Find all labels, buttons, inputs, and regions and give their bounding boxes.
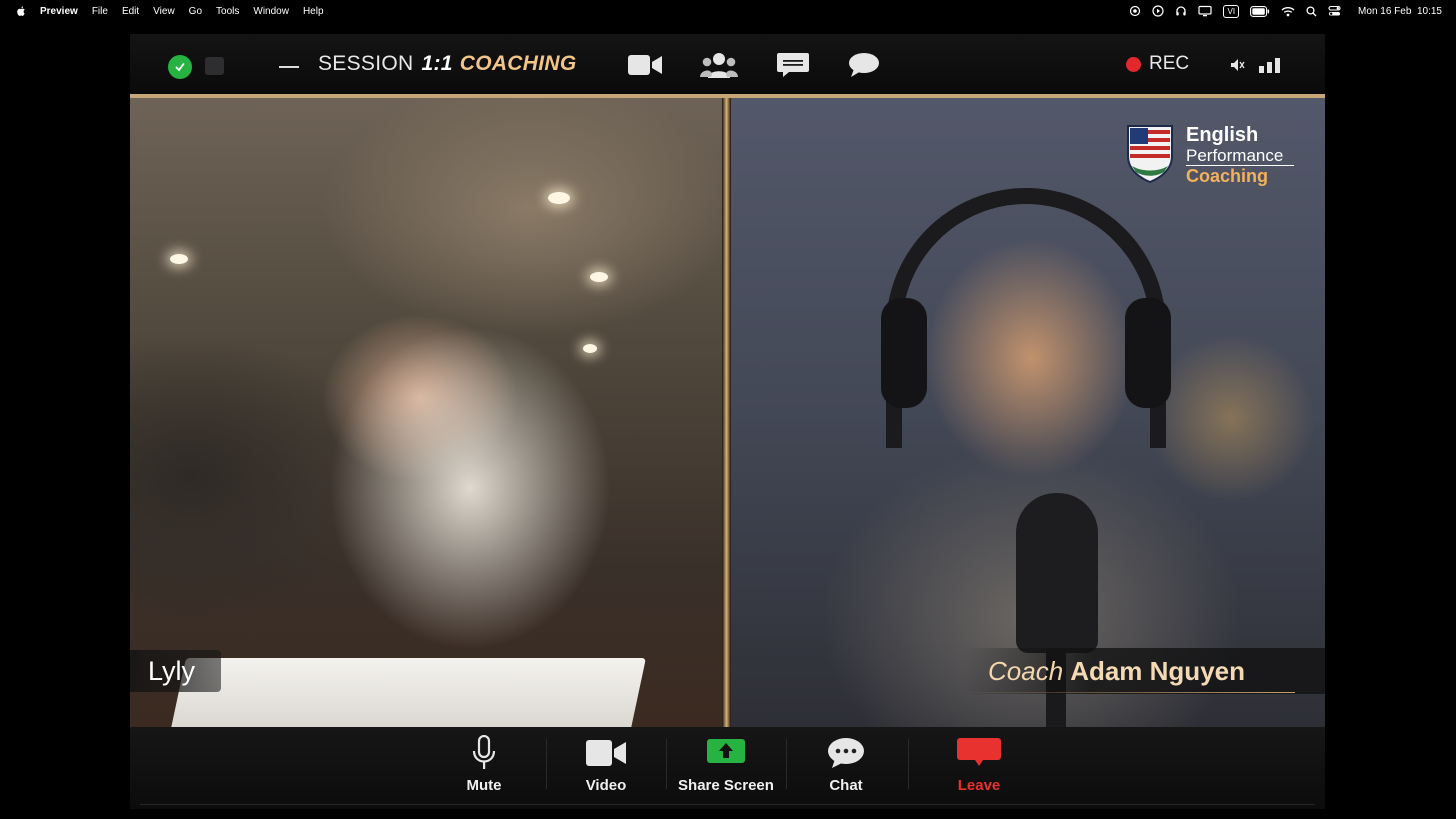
meeting-controls-bar: Mute Video Share Screen Chat Leave: [130, 727, 1325, 809]
tile-divider: [722, 98, 731, 727]
menu-window[interactable]: Window: [253, 6, 289, 17]
chat-icon: [827, 735, 865, 771]
ceiling-light: [548, 192, 570, 204]
us-flag-shield-icon: [1127, 125, 1173, 184]
display-icon[interactable]: [1198, 4, 1213, 18]
logo-line-3: Coaching: [1186, 166, 1269, 186]
signal-bars-icon[interactable]: [1257, 50, 1281, 80]
menu-view[interactable]: View: [153, 6, 175, 17]
headphone-ear-cup: [881, 298, 927, 408]
title-dash-divider: [279, 66, 299, 68]
meeting-window: SESSION 1:1 COACHING REC Lyly English Pe…: [130, 34, 1325, 809]
menu-go[interactable]: Go: [189, 6, 202, 17]
headphones-icon[interactable]: [1175, 4, 1187, 18]
menu-edit[interactable]: Edit: [122, 6, 139, 17]
vi-badge-icon[interactable]: VI: [1223, 4, 1240, 18]
leave-button[interactable]: Leave: [919, 735, 1039, 797]
participant-name: Lyly: [148, 655, 196, 686]
brand-logo: English Performance Coaching: [1124, 122, 1304, 186]
recording-indicator[interactable]: REC: [1126, 53, 1189, 75]
meeting-title-bar: SESSION 1:1 COACHING REC: [130, 34, 1325, 94]
battery-icon[interactable]: [1250, 4, 1270, 18]
chat-button[interactable]: Chat: [786, 735, 906, 797]
headphones: [886, 188, 1166, 448]
chat-bubbles-icon[interactable]: [846, 50, 882, 80]
menubar-clock[interactable]: Mon 16 Feb 10:15: [1358, 6, 1442, 17]
toolbar-separator: [908, 739, 909, 789]
coach-name: Adam Nguyen: [1070, 655, 1245, 686]
menu-file[interactable]: File: [92, 6, 108, 17]
ceiling-light: [583, 344, 597, 353]
session-type: COACHING: [459, 52, 577, 75]
video-button[interactable]: Video: [546, 735, 666, 797]
menu-help[interactable]: Help: [303, 6, 324, 17]
logo-line-1: English: [1186, 124, 1259, 146]
rec-label: REC: [1149, 53, 1190, 74]
session-title: SESSION 1:1 COACHING: [318, 52, 576, 82]
mute-button[interactable]: Mute: [424, 735, 544, 797]
coach-name-tag: Coach Adam Nguyen: [965, 648, 1325, 694]
menu-tools[interactable]: Tools: [216, 6, 239, 17]
window-square-button[interactable]: [205, 57, 224, 75]
mute-label: Mute: [466, 777, 502, 794]
menu-bar: Preview File Edit View Go Tools Window H…: [0, 0, 1456, 22]
participant-name-tag: Lyly: [130, 650, 222, 692]
share-screen-button[interactable]: Share Screen: [666, 735, 786, 797]
captions-icon[interactable]: [775, 50, 811, 80]
video-gallery: Lyly English Performance Coaching Coach …: [130, 94, 1325, 727]
security-status-button[interactable]: [168, 55, 192, 79]
video-icon: [586, 735, 626, 771]
coach-tag-rule: [955, 692, 1295, 693]
chat-label: Chat: [829, 777, 863, 794]
open-notebook: [170, 658, 646, 727]
toolbar-bottom-border: [140, 804, 1315, 805]
logo-line-2: Performance: [1186, 146, 1284, 165]
camera-icon[interactable]: [1129, 4, 1141, 18]
participant-video-coach[interactable]: English Performance Coaching Coach Adam …: [731, 98, 1325, 727]
ceiling-light: [590, 272, 608, 282]
search-icon[interactable]: [1306, 4, 1317, 18]
share-screen-icon: [707, 735, 745, 771]
coach-role: Coach: [988, 655, 1064, 686]
video-label: Video: [585, 777, 627, 794]
participants-icon[interactable]: [696, 50, 742, 80]
session-number: 1:1: [421, 52, 453, 75]
vi-badge-label: VI: [1223, 4, 1240, 18]
ceiling-light: [170, 254, 188, 264]
podcast-microphone: [1016, 493, 1098, 653]
checkmark-icon: [175, 63, 185, 72]
share-screen-label: Share Screen: [678, 777, 774, 794]
headphone-ear-cup: [1125, 298, 1171, 408]
menu-app-name[interactable]: Preview: [40, 6, 78, 17]
wifi-icon[interactable]: [1281, 4, 1295, 18]
play-circle-icon[interactable]: [1152, 4, 1165, 18]
video-camera-icon[interactable]: [627, 50, 663, 80]
leave-label: Leave: [957, 777, 1001, 794]
apple-icon[interactable]: [16, 5, 26, 17]
participant-video-lyly[interactable]: Lyly: [130, 98, 722, 727]
mute-speaker-icon[interactable]: [1228, 50, 1246, 80]
session-word: SESSION: [318, 52, 414, 75]
control-center-icon[interactable]: [1328, 4, 1341, 18]
microphone-icon: [472, 735, 496, 771]
record-dot-icon: [1126, 56, 1141, 72]
leave-icon: [957, 735, 1001, 771]
